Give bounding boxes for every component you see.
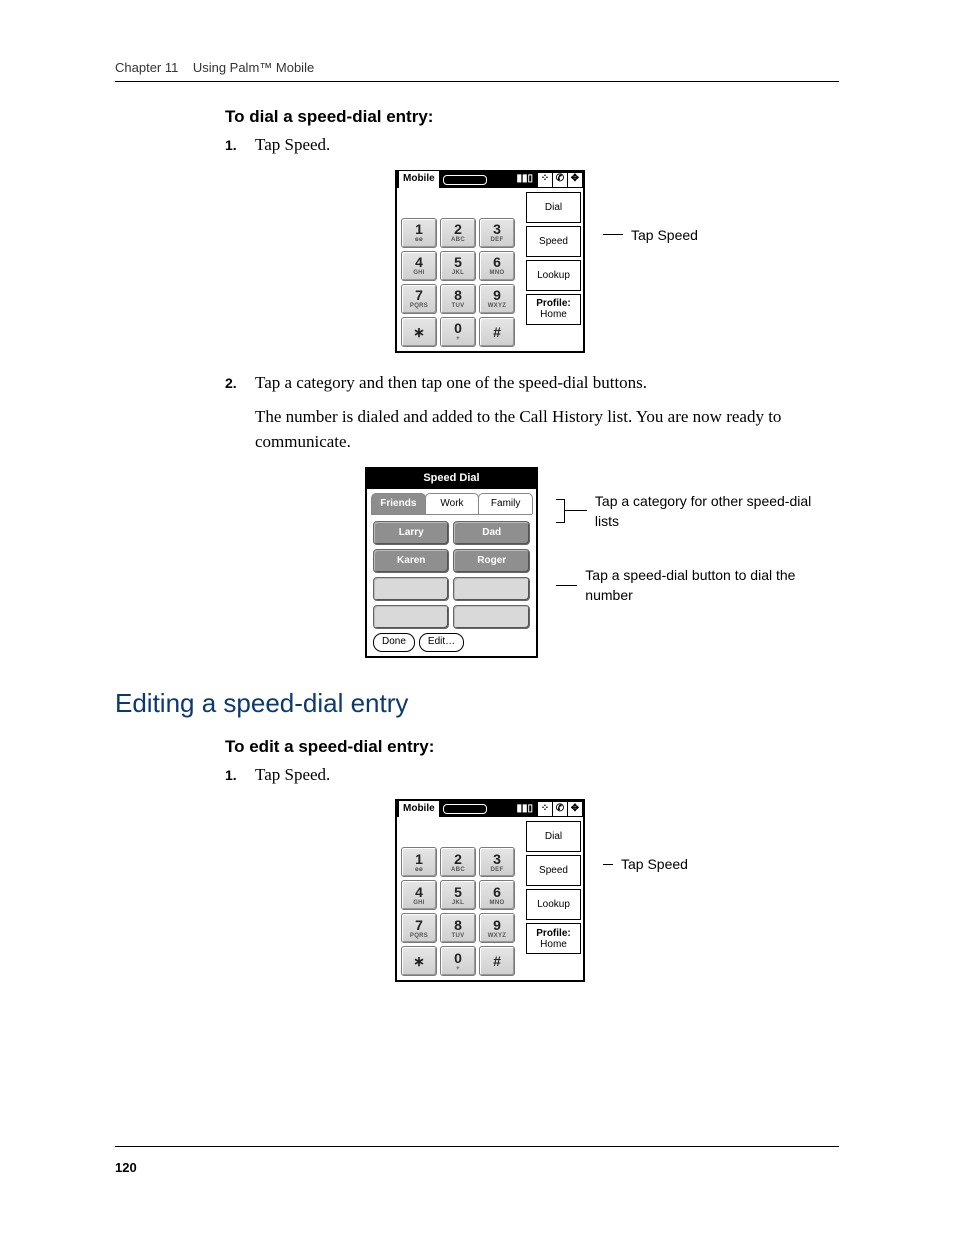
palm-device: Mobile ▮▮▯ ⁘ ✆ ✥ 1ꙩꙩ [395, 170, 585, 353]
titlebar-icons: ⁘ ✆ ✥ [537, 173, 582, 187]
speed-dial-entry-larry[interactable]: Larry [373, 521, 449, 545]
edit-step-1-text: Tap Speed. [255, 765, 330, 784]
running-header: Chapter 11 Using Palm™ Mobile [60, 60, 894, 81]
speed-dial-entry-empty[interactable] [373, 605, 449, 629]
key-8[interactable]: 8TUV [440, 913, 476, 943]
key-9[interactable]: 9WXYZ [479, 913, 515, 943]
key-5[interactable]: 5JKL [440, 880, 476, 910]
key-7[interactable]: 7PQRS [401, 913, 437, 943]
step-2-note: The number is dialed and added to the Ca… [255, 405, 839, 454]
step-number: 2. [225, 373, 237, 393]
edit-step-1: 1. Tap Speed. Mobile ▮▮▯ ⁘ ✆ ✥ [225, 763, 839, 983]
footer-rule [115, 1146, 839, 1147]
keypad: 1ꙩꙩ 2ABC 3DEF 4GHI 5JKL 6MNO 7PQRS 8TUV … [399, 845, 524, 978]
phone-icon[interactable]: ✆ [552, 802, 567, 816]
callout-tap-speed: Tap Speed [603, 225, 698, 245]
dial-button[interactable]: Dial [526, 192, 581, 223]
device-titlebar: Mobile ▮▮▯ ⁘ ✆ ✥ [397, 801, 583, 817]
procedure-heading-dial: To dial a speed-dial entry: [225, 107, 839, 127]
key-2[interactable]: 2ABC [440, 218, 476, 248]
key-6[interactable]: 6MNO [479, 880, 515, 910]
step-2-text: Tap a category and then tap one of the s… [255, 373, 647, 392]
phone-icon[interactable]: ✆ [552, 173, 567, 187]
speed-dial-entry-empty[interactable] [453, 577, 529, 601]
key-4[interactable]: 4GHI [401, 880, 437, 910]
speed-dial-entry-karen[interactable]: Karen [373, 549, 449, 573]
tab-work[interactable]: Work [425, 493, 480, 515]
step-number: 1. [225, 765, 237, 785]
done-button[interactable]: Done [373, 633, 415, 652]
procedure-heading-edit: To edit a speed-dial entry: [225, 737, 839, 757]
lookup-button[interactable]: Lookup [526, 260, 581, 291]
key-6[interactable]: 6MNO [479, 251, 515, 281]
edit-button[interactable]: Edit… [419, 633, 464, 652]
settings-icon[interactable]: ✥ [567, 802, 582, 816]
key-3[interactable]: 3DEF [479, 847, 515, 877]
key-8[interactable]: 8TUV [440, 284, 476, 314]
signal-icon: ▮▮▯ [516, 802, 533, 817]
battery-icon [443, 804, 487, 814]
header-rule [115, 81, 839, 82]
keypad-icon[interactable]: ⁘ [537, 802, 552, 816]
tab-family[interactable]: Family [478, 493, 533, 515]
lookup-button[interactable]: Lookup [526, 889, 581, 920]
keypad: 1ꙩꙩ 2ABC 3DEF 4GHI 5JKL 6MNO 7PQRS 8TUV … [399, 216, 524, 349]
battery-icon [443, 175, 487, 185]
key-hash[interactable]: # [479, 946, 515, 976]
speed-dial-entry-empty[interactable] [453, 605, 529, 629]
tab-friends[interactable]: Friends [371, 493, 426, 515]
key-1[interactable]: 1ꙩꙩ [401, 218, 437, 248]
figure-mobile-dialer-1: Mobile ▮▮▯ ⁘ ✆ ✥ 1ꙩꙩ [395, 170, 839, 353]
speed-dial-device: Speed Dial Friends Work Family Larry Dad… [365, 467, 538, 658]
key-0[interactable]: 0+ [440, 317, 476, 347]
key-2[interactable]: 2ABC [440, 847, 476, 877]
number-display [399, 190, 524, 214]
key-star[interactable]: ∗ [401, 946, 437, 976]
speed-button[interactable]: Speed [526, 226, 581, 257]
key-9[interactable]: 9WXYZ [479, 284, 515, 314]
step-number: 1. [225, 135, 237, 155]
step-1: 1. Tap Speed. Mobile ▮▮▯ ⁘ ✆ ✥ [225, 133, 839, 353]
category-tabs: Friends Work Family [371, 493, 532, 516]
figure-mobile-dialer-2: Mobile ▮▮▯ ⁘ ✆ ✥ 1ꙩꙩ [395, 799, 839, 982]
profile-button[interactable]: Profile: Home [526, 294, 581, 325]
speed-dial-entry-empty[interactable] [373, 577, 449, 601]
dial-button[interactable]: Dial [526, 821, 581, 852]
keypad-icon[interactable]: ⁘ [537, 173, 552, 187]
speed-dial-entry-dad[interactable]: Dad [453, 521, 529, 545]
app-name: Mobile [399, 801, 439, 818]
callout-tap-button: Tap a speed-dial button to dial the numb… [556, 565, 839, 606]
speed-button[interactable]: Speed [526, 855, 581, 886]
chapter-label: Chapter 11 [115, 60, 178, 75]
figure-speed-dial: Speed Dial Friends Work Family Larry Dad… [365, 467, 839, 658]
device-titlebar: Mobile ▮▮▯ ⁘ ✆ ✥ [397, 172, 583, 188]
titlebar-icons: ⁘ ✆ ✥ [537, 802, 582, 816]
key-1[interactable]: 1ꙩꙩ [401, 847, 437, 877]
palm-device: Mobile ▮▮▯ ⁘ ✆ ✥ 1ꙩꙩ [395, 799, 585, 982]
step-2: 2. Tap a category and then tap one of th… [225, 371, 839, 658]
section-heading-editing: Editing a speed-dial entry [115, 688, 839, 719]
callout-tap-category: Tap a category for other speed-dial list… [556, 491, 839, 532]
chapter-title: Using Palm™ Mobile [193, 60, 314, 75]
number-display [399, 819, 524, 843]
key-star[interactable]: ∗ [401, 317, 437, 347]
app-name: Mobile [399, 171, 439, 188]
signal-icon: ▮▮▯ [516, 172, 533, 187]
key-7[interactable]: 7PQRS [401, 284, 437, 314]
speed-dial-entry-roger[interactable]: Roger [453, 549, 529, 573]
key-3[interactable]: 3DEF [479, 218, 515, 248]
key-4[interactable]: 4GHI [401, 251, 437, 281]
step-1-text: Tap Speed. [255, 135, 330, 154]
profile-button[interactable]: Profile: Home [526, 923, 581, 954]
key-5[interactable]: 5JKL [440, 251, 476, 281]
callout-tap-speed: Tap Speed [603, 854, 688, 874]
settings-icon[interactable]: ✥ [567, 173, 582, 187]
key-0[interactable]: 0+ [440, 946, 476, 976]
page-number: 120 [115, 1160, 137, 1175]
key-hash[interactable]: # [479, 317, 515, 347]
speed-dial-title: Speed Dial [367, 469, 536, 489]
